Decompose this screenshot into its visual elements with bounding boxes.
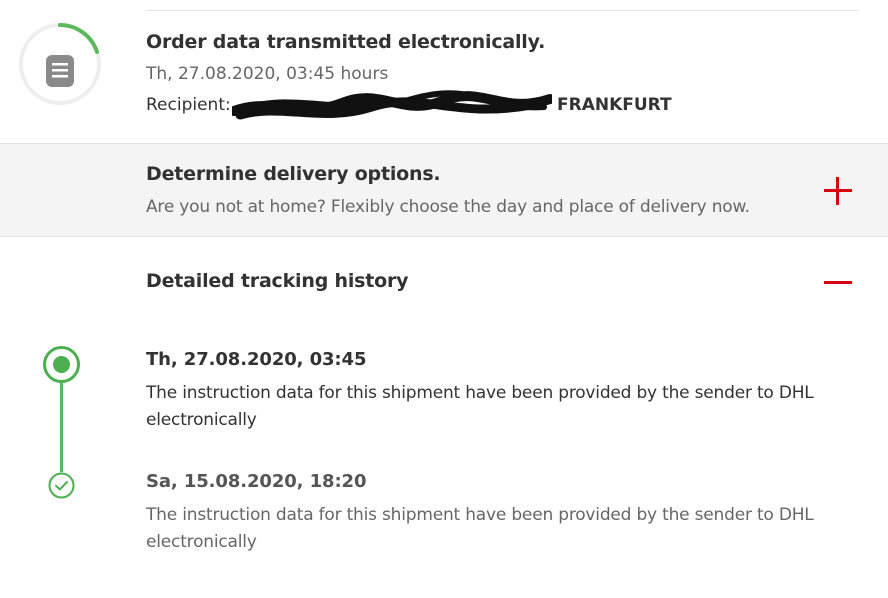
delivery-options-description: Are you not at home? Flexibly choose the… <box>146 197 750 217</box>
minus-icon[interactable] <box>824 281 852 284</box>
shipment-status-panel: Order data transmitted electronically. T… <box>0 11 888 143</box>
event-text: The instruction data for this shipment h… <box>146 383 814 430</box>
delivery-options-title: Determine delivery options. <box>146 163 441 185</box>
recipient-line: Recipient: FRANKFURT <box>146 90 672 120</box>
plus-icon[interactable] <box>824 177 852 205</box>
status-title: Order data transmitted electronically. <box>146 31 546 53</box>
delivery-options-panel[interactable]: Determine delivery options. Are you not … <box>0 143 888 237</box>
tracking-history-header[interactable]: Detailed tracking history <box>0 237 888 329</box>
document-icon <box>46 55 74 87</box>
timeline-connector <box>60 381 63 473</box>
redaction-scribble <box>232 90 552 120</box>
tracking-event: Th, 27.08.2020, 03:45 The instruction da… <box>146 349 846 434</box>
tracking-history-title: Detailed tracking history <box>146 270 409 292</box>
status-date: Th, 27.08.2020, 03:45 hours <box>146 64 389 84</box>
current-status-icon <box>43 346 80 383</box>
event-date: Th, 27.08.2020, 03:45 <box>146 349 367 370</box>
checkmark-icon <box>48 472 75 499</box>
event-text: The instruction data for this shipment h… <box>146 505 814 552</box>
tracking-event: Sa, 15.08.2020, 18:20 The instruction da… <box>146 471 846 556</box>
event-date: Sa, 15.08.2020, 18:20 <box>146 471 367 492</box>
status-progress-ring <box>19 23 101 105</box>
recipient-city: FRANKFURT <box>557 95 672 115</box>
